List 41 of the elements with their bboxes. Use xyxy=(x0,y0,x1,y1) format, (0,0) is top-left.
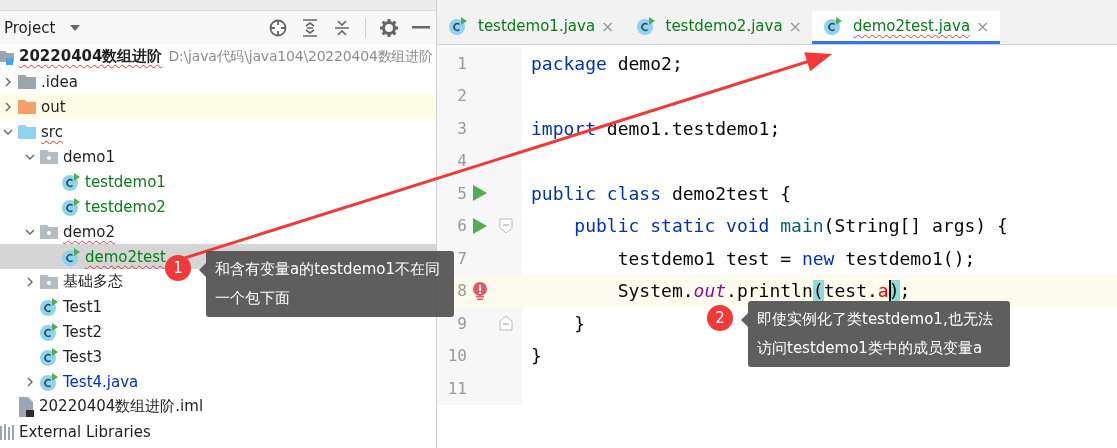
line-number: 6 xyxy=(456,216,467,236)
tree-item-label: demo2test xyxy=(85,247,166,266)
tree-item-label: demo2 xyxy=(63,222,116,241)
tree-item-label: Test4.java xyxy=(63,372,139,391)
line-number: 5 xyxy=(456,183,467,203)
tree-item-label: External Libraries xyxy=(19,422,151,441)
line-number: 1 xyxy=(456,53,467,73)
code-line: } xyxy=(573,312,586,334)
tab-label: testdemo2.java xyxy=(665,17,783,35)
tree-item-label: Test3 xyxy=(63,347,103,366)
tree-item-label: 基础多态 xyxy=(63,272,123,291)
line-number: 11 xyxy=(446,378,467,398)
code-line: public static void main(String[] args) { xyxy=(573,215,1008,237)
line-number: 9 xyxy=(456,313,467,333)
annotation-tooltip: 即使实例化了类testdemo1,也无法访问testdemo1类中的成员变量a xyxy=(748,301,1010,367)
module-path: D:\java代码\java104\20220404数组进阶 xyxy=(168,47,433,66)
code-line: System.out.println(test.a); xyxy=(616,280,911,302)
line-number: 4 xyxy=(456,151,467,171)
tree-item-label: testdemo2 xyxy=(85,197,166,216)
tab-label: testdemo1.java xyxy=(478,17,596,35)
tree-item-label: 20220404数组进阶.iml xyxy=(39,397,204,416)
tree-item-label: out xyxy=(41,97,66,116)
line-number: 7 xyxy=(456,248,467,268)
tree-item-label: 20220404数组进阶 xyxy=(19,47,163,66)
code-line: import demo1.testdemo1; xyxy=(530,117,781,139)
code-line: } xyxy=(530,345,542,367)
line-number: 2 xyxy=(456,86,467,106)
code-line: package demo2; xyxy=(530,52,683,74)
annotation-tooltip: 和含有变量a的testdemo1不在同一个包下面 xyxy=(206,251,454,317)
line-number: 3 xyxy=(456,118,467,138)
tree-item-label: testdemo1 xyxy=(85,172,166,191)
tree-item-label: .idea xyxy=(41,72,78,91)
line-number: 10 xyxy=(446,346,467,366)
tree-item-label: src xyxy=(41,122,63,141)
tab-label: demo2test.java xyxy=(853,17,971,35)
tree-item-label: demo1 xyxy=(63,147,116,166)
line-number: 8 xyxy=(456,281,467,301)
code-line: testdemo1 test = new testdemo1(); xyxy=(616,247,976,269)
code-line: public class demo2test { xyxy=(530,182,792,204)
tree-item-label: Test1 xyxy=(63,297,103,316)
tree-item-label: Test2 xyxy=(63,322,103,341)
